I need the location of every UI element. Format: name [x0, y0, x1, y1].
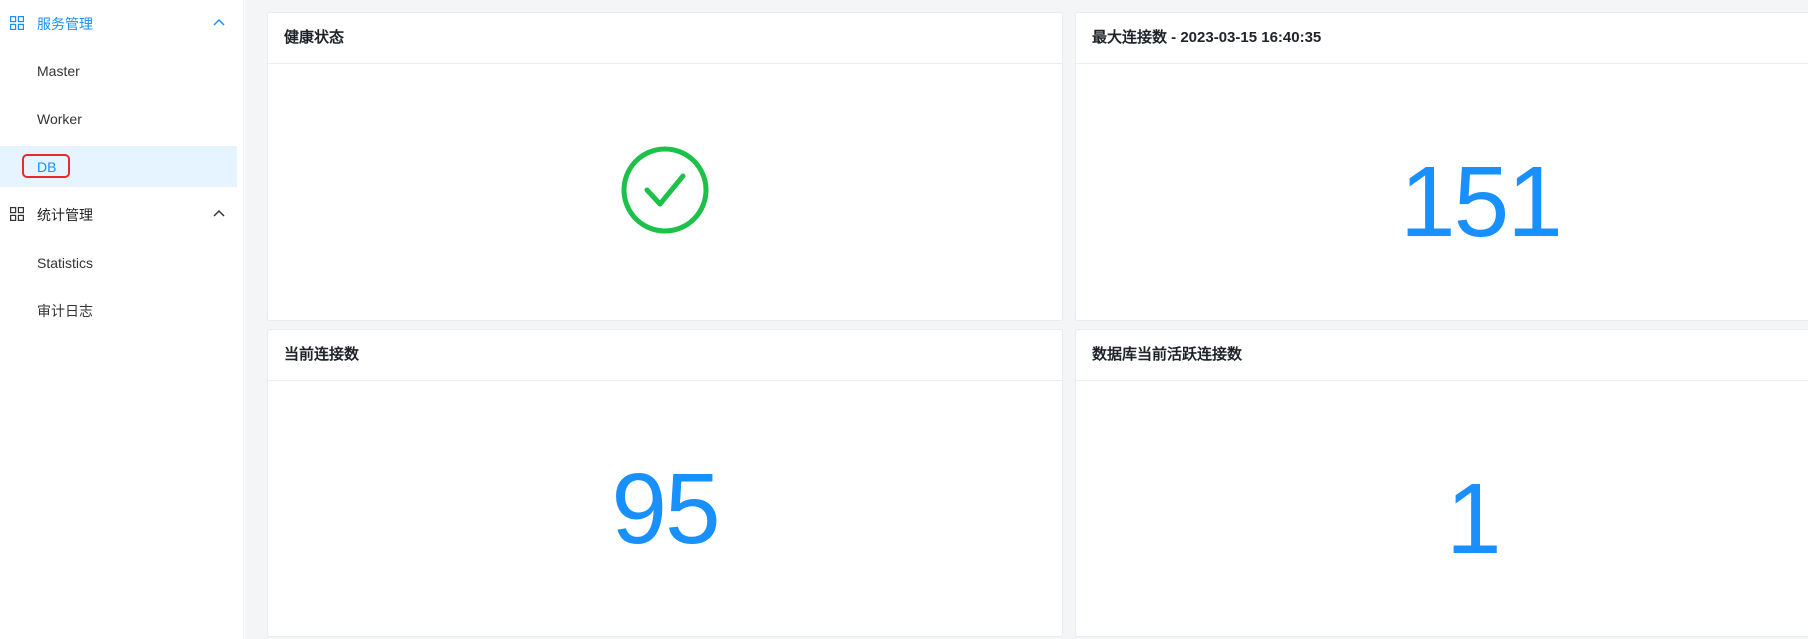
sidebar-item-worker[interactable]: Worker: [0, 98, 237, 139]
sidebar-item-db[interactable]: DB: [0, 146, 237, 187]
card-body: 1: [1076, 381, 1808, 636]
sidebar-item-label: Master: [37, 62, 80, 79]
grid-icon: [10, 16, 24, 30]
check-circle-icon: [621, 146, 709, 233]
sidebar-item-label: Statistics: [37, 254, 94, 271]
current-connections-value: 95: [611, 452, 720, 565]
card-body: [268, 64, 1062, 320]
card-title: 当前连接数: [284, 346, 360, 363]
card-title: 数据库当前活跃连接数: [1092, 346, 1243, 363]
card-title: 最大连接数 - 2023-03-15 16:40:35: [1092, 29, 1322, 46]
current-connections-card: 当前连接数 95: [267, 329, 1063, 637]
menu-group-service-management[interactable]: 服务管理: [0, 0, 237, 48]
max-connections-card: 最大连接数 - 2023-03-15 16:40:35 151: [1075, 12, 1808, 321]
menu-group-statistics-management[interactable]: 统计管理: [0, 191, 237, 239]
active-connections-value: 1: [1446, 463, 1502, 575]
menu-group-label: 统计管理: [37, 207, 93, 223]
chevron-up-icon[interactable]: [213, 18, 225, 26]
sidebar-item-label: Worker: [37, 110, 82, 127]
sidebar: 服务管理 Master Worker DB 统计管理 Statistics 审计…: [0, 0, 259, 639]
main-content: 健康状态 最大连接数 - 2023-03-15 16:40:35 151 当前连…: [245, 0, 1808, 639]
sidebar-item-audit-log[interactable]: 审计日志: [0, 290, 237, 331]
health-status-card: 健康状态: [267, 12, 1063, 321]
grid-icon: [10, 207, 24, 221]
sidebar-item-master[interactable]: Master: [0, 50, 237, 91]
chevron-up-icon[interactable]: [213, 209, 225, 217]
sidebar-item-label: DB: [37, 158, 57, 175]
sidebar-item-label: 审计日志: [37, 302, 93, 319]
card-title: 健康状态: [284, 29, 345, 46]
menu-group-label: 服务管理: [37, 16, 93, 32]
card-body: 151: [1076, 64, 1808, 320]
sidebar-item-statistics[interactable]: Statistics: [0, 242, 237, 283]
active-connections-card: 数据库当前活跃连接数 1: [1075, 329, 1808, 637]
card-body: 95: [268, 381, 1062, 636]
max-connections-value: 151: [1400, 146, 1563, 258]
